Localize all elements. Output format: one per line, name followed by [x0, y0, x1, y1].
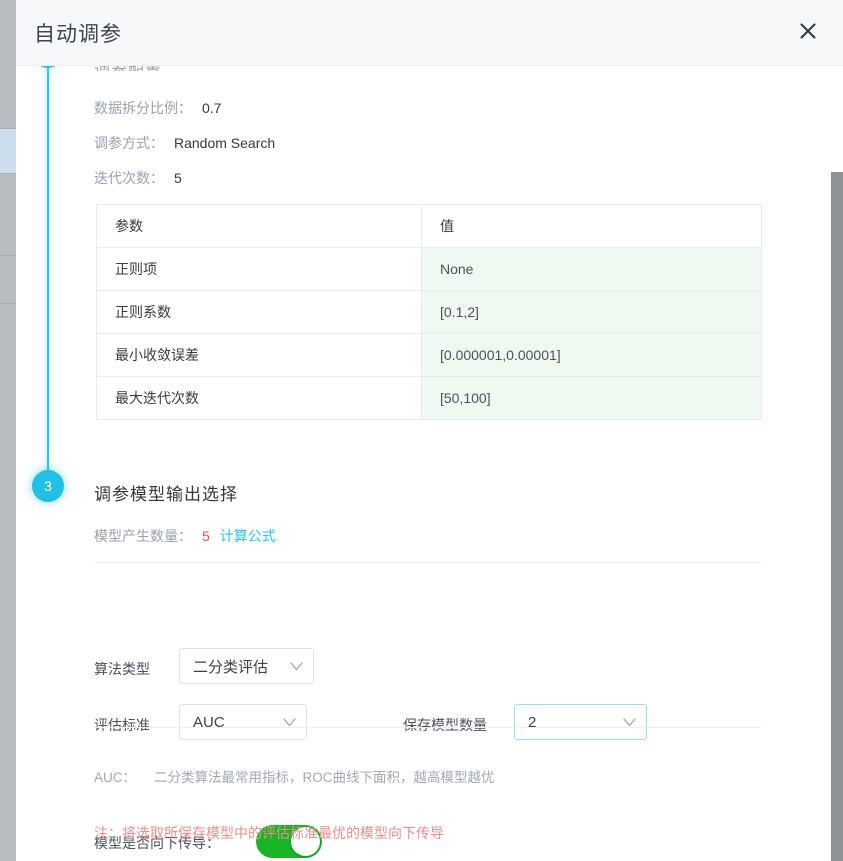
label-evaluation-metric: 评估标准: [94, 717, 150, 733]
auto-tuning-modal: 自动调参 3 调参配置 数据拆分比例： 0.7 调参方式： Random Searc…: [16, 0, 843, 861]
table-cell-param-value: None: [421, 247, 762, 291]
page-title: 自动调参: [34, 23, 122, 46]
parameter-table: 参数 值 正则项 None 正则系数 [0.1,2] 最小收敛误差 [0.000…: [96, 204, 762, 420]
step-marker-previous: [32, 66, 64, 68]
info-value-iterations: 5: [174, 170, 182, 186]
label-algorithm-type: 算法类型: [94, 661, 150, 677]
info-label-split-ratio: 数据拆分比例：: [94, 100, 192, 116]
close-icon[interactable]: [791, 14, 825, 48]
modal-header: 自动调参: [16, 0, 843, 66]
info-row-search-method: 调参方式： Random Search: [94, 133, 275, 153]
scrollbar-thumb[interactable]: [831, 172, 843, 861]
metric-description-key: AUC：: [94, 770, 137, 785]
metric-description: AUC： 二分类算法最常用指标，ROC曲线下面积，越高模型越优: [94, 766, 495, 786]
table-header-value: 值: [421, 204, 762, 248]
note-text: 注：将选取所保存模型中的评估标准最优的模型向下传导: [94, 825, 444, 841]
divider-top: [94, 562, 762, 563]
table-cell-param-value: [0.000001,0.00001]: [421, 333, 762, 377]
step-marker-3: 3: [32, 470, 64, 502]
info-row-split-ratio: 数据拆分比例： 0.7: [94, 98, 221, 118]
table-row: 最小收敛误差 [0.000001,0.00001]: [96, 333, 762, 377]
section-heading-clipped: 调参配置: [94, 66, 162, 71]
table-cell-param-name: 最小收敛误差: [96, 333, 422, 377]
info-value-search-method: Random Search: [174, 135, 276, 151]
info-label-iterations: 迭代次数：: [94, 170, 164, 186]
table-row: 正则系数 [0.1,2]: [96, 290, 762, 334]
chevron-down-icon: [283, 717, 296, 727]
metric-description-text: 二分类算法最常用指标，ROC曲线下面积，越高模型越优: [154, 770, 495, 785]
divider-bottom: [94, 727, 762, 728]
info-label-search-method: 调参方式：: [94, 135, 164, 151]
info-row-iterations: 迭代次数： 5: [94, 168, 182, 188]
select-algorithm-type-value: 二分类评估: [193, 658, 269, 676]
background-page-strip: [0, 0, 16, 861]
table-cell-param-name: 最大迭代次数: [96, 376, 422, 420]
table-cell-param-value: [0.1,2]: [421, 290, 762, 334]
table-row: 正则项 None: [96, 247, 762, 291]
chevron-down-icon: [290, 661, 303, 671]
model-count-value: 5: [202, 528, 210, 544]
table-cell-param-value: [50,100]: [421, 376, 762, 420]
select-evaluation-metric[interactable]: AUC: [179, 704, 307, 740]
screen: 自动调参 3 调参配置 数据拆分比例： 0.7 调参方式： Random Searc…: [0, 0, 843, 861]
section-title-model-output: 调参模型输出选择: [94, 485, 238, 504]
label-saved-model-count: 保存模型数量: [403, 717, 487, 733]
model-count-row: 模型产生数量： 5 计算公式: [94, 526, 276, 546]
table-row: 最大迭代次数 [50,100]: [96, 376, 762, 420]
modal-body: 3 调参配置 数据拆分比例： 0.7 调参方式： Random Search 迭代次…: [16, 66, 843, 861]
select-algorithm-type[interactable]: 二分类评估: [179, 648, 314, 684]
table-header-parameter: 参数: [96, 204, 422, 248]
info-value-split-ratio: 0.7: [202, 100, 222, 116]
chevron-down-icon: [623, 717, 636, 727]
timeline-rail: [47, 66, 49, 486]
formula-link[interactable]: 计算公式: [220, 528, 276, 544]
model-count-label: 模型产生数量：: [94, 528, 192, 544]
table-header-row: 参数 值: [96, 204, 762, 248]
table-cell-param-name: 正则系数: [96, 290, 422, 334]
scrollbar-track[interactable]: [831, 66, 843, 861]
select-saved-model-count[interactable]: 2: [514, 704, 647, 740]
table-cell-param-name: 正则项: [96, 247, 422, 291]
